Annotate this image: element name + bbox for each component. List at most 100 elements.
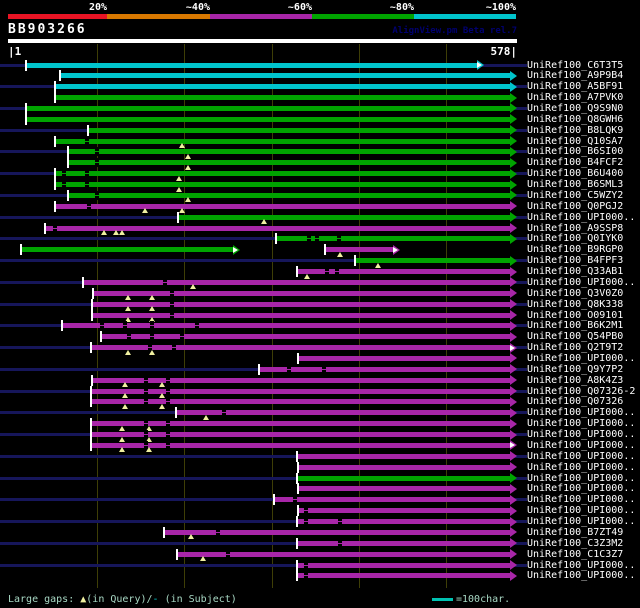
hit-label[interactable]: UniRef100_B6SML3: [527, 180, 623, 190]
hit-label[interactable]: UniRef100_Q33AB1: [527, 267, 623, 277]
hit-label[interactable]: UniRef100_C1C3Z7: [527, 549, 623, 560]
hit-bar[interactable]: [92, 377, 510, 383]
hit-bar[interactable]: [298, 355, 510, 361]
hit-bar[interactable]: [91, 432, 510, 438]
hit-label[interactable]: UniRef100_UPI000..: [527, 440, 635, 451]
hit-label[interactable]: UniRef100_Q3V0Z0: [527, 288, 623, 299]
hit-bar[interactable]: [297, 562, 510, 568]
segment-start-tick: [25, 113, 27, 125]
hit-label[interactable]: UniRef100_UPI000..: [527, 484, 635, 494]
hit-bar[interactable]: [55, 182, 510, 188]
hit-bar[interactable]: [325, 247, 393, 253]
hit-bar[interactable]: [91, 399, 510, 405]
hit-label[interactable]: UniRef100_Q2T9T2: [527, 343, 623, 353]
hit-label[interactable]: UniRef100_UPI000..: [527, 419, 635, 429]
hit-bar[interactable]: [178, 214, 510, 220]
hit-bar[interactable]: [55, 203, 510, 209]
hit-bar[interactable]: [26, 105, 510, 111]
hit-bar[interactable]: [55, 171, 510, 177]
hit-label[interactable]: UniRef100_Q9S9N0: [527, 103, 623, 114]
hit-label[interactable]: UniRef100_Q0PGJ2: [527, 201, 623, 212]
hit-label[interactable]: UniRef100_B4FCF2: [527, 158, 623, 168]
hit-label[interactable]: UniRef100_UPI000..: [527, 517, 635, 527]
hit-label[interactable]: UniRef100_A5BF91: [527, 82, 623, 92]
hit-label[interactable]: UniRef100_Q9Y7P2: [527, 364, 623, 375]
hit-bar[interactable]: [297, 573, 510, 579]
hit-label[interactable]: UniRef100_UPI000..: [527, 560, 635, 571]
hit-label[interactable]: UniRef100_B4FPF3: [527, 256, 623, 266]
hit-bar[interactable]: [60, 73, 510, 79]
hit-bar[interactable]: [298, 508, 510, 514]
hit-bar[interactable]: [68, 192, 510, 198]
hit-bar[interactable]: [91, 421, 510, 427]
segment-start-tick: [90, 385, 92, 397]
alignment-viewer: 20% ~40% ~60% ~80% ~100% BB903266 AlignView.…: [0, 0, 640, 608]
hit-bar[interactable]: [83, 279, 510, 285]
hit-label[interactable]: UniRef100_B6SI00: [527, 147, 623, 157]
hit-label[interactable]: UniRef100_A8K4Z3: [527, 375, 623, 386]
query-gap-triangle-icon: [142, 208, 148, 214]
hit-label[interactable]: UniRef100_UPI000..: [527, 571, 635, 581]
hit-label[interactable]: UniRef100_Q07326-2: [527, 386, 635, 397]
hit-label[interactable]: UniRef100_C6T3T5: [527, 60, 623, 71]
subject-gap-dash: [166, 430, 170, 440]
hit-label[interactable]: UniRef100_UPI000..: [527, 353, 635, 364]
subject-gap-dash: [95, 158, 99, 168]
hit-bar[interactable]: [93, 290, 510, 296]
hit-label[interactable]: UniRef100_Q54PB0: [527, 332, 623, 342]
hit-label[interactable]: UniRef100_B6K2M1: [527, 321, 623, 331]
hit-label[interactable]: UniRef100_C3Z3M2: [527, 538, 623, 549]
hit-bar[interactable]: [298, 486, 510, 492]
hit-bar[interactable]: [21, 247, 233, 253]
hit-bar[interactable]: [259, 366, 510, 372]
hit-label[interactable]: UniRef100_A9P9B4: [527, 71, 623, 81]
hit-label[interactable]: UniRef100_UPI000..: [527, 212, 635, 223]
segment-start-tick: [324, 244, 326, 256]
hit-label[interactable]: UniRef100_Q10SA7: [527, 136, 623, 147]
hit-bar[interactable]: [91, 442, 510, 448]
hit-label[interactable]: UniRef100_A9SSP8: [527, 223, 623, 234]
subject-gap-dash: [85, 169, 89, 179]
hit-bar[interactable]: [297, 519, 510, 525]
hit-bar[interactable]: [101, 334, 510, 340]
hit-label[interactable]: UniRef100_UPI000..: [527, 495, 635, 505]
hit-bar[interactable]: [26, 62, 477, 68]
hit-label[interactable]: UniRef100_B9RGP0: [527, 245, 623, 255]
hit-bar[interactable]: [297, 540, 510, 546]
hit-bar[interactable]: [68, 160, 510, 166]
hit-bar[interactable]: [297, 453, 510, 459]
hit-label[interactable]: UniRef100_UPI000..: [527, 462, 635, 473]
hit-bar[interactable]: [88, 127, 510, 133]
hit-label[interactable]: UniRef100_Q0IYK0: [527, 234, 623, 244]
hit-bar[interactable]: [55, 84, 510, 90]
hit-bar[interactable]: [55, 138, 510, 144]
hit-bar[interactable]: [297, 475, 510, 481]
hit-label[interactable]: UniRef100_UPI000..: [527, 451, 635, 462]
hit-label[interactable]: UniRef100_UPI000..: [527, 506, 635, 516]
hit-label[interactable]: UniRef100_UPI000..: [527, 473, 635, 484]
hit-bar[interactable]: [176, 410, 510, 416]
hit-label[interactable]: UniRef100_UPI000..: [527, 408, 635, 418]
hit-label[interactable]: UniRef100_O09101: [527, 310, 623, 321]
hit-bar[interactable]: [26, 116, 510, 122]
hit-label[interactable]: UniRef100_UPI000..: [527, 430, 635, 440]
hit-bar[interactable]: [276, 236, 510, 242]
hit-label[interactable]: UniRef100_C5WZY2: [527, 190, 623, 201]
hit-label[interactable]: UniRef100_UPI000..: [527, 277, 635, 288]
hit-label[interactable]: UniRef100_Q07326: [527, 397, 623, 407]
hit-bar[interactable]: [274, 497, 510, 503]
hit-bar[interactable]: [91, 388, 510, 394]
hit-bar[interactable]: [62, 323, 510, 329]
hit-label[interactable]: UniRef100_Q8K338: [527, 299, 623, 310]
hit-bar[interactable]: [298, 464, 510, 470]
scale-label: 20%: [88, 2, 107, 13]
hit-label[interactable]: UniRef100_Q8GWH6: [527, 114, 623, 125]
hit-label[interactable]: UniRef100_A7PVK0: [527, 93, 623, 103]
hit-label[interactable]: UniRef100_B7ZT49: [527, 527, 623, 538]
hit-bar[interactable]: [68, 149, 510, 155]
segment-start-tick: [91, 374, 93, 386]
hit-label[interactable]: UniRef100_B6U400: [527, 169, 623, 179]
hit-label[interactable]: UniRef100_B8LQK9: [527, 125, 623, 136]
arrow-right-icon: [510, 375, 517, 386]
hit-bar[interactable]: [55, 95, 510, 101]
